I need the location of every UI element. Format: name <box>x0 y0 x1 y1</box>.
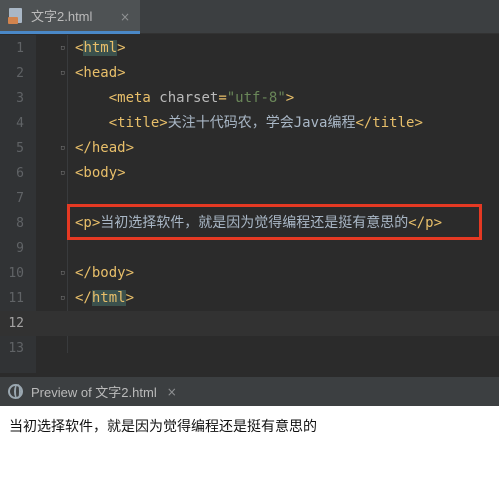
code-line[interactable]: 2 ▫ <head> <box>0 61 499 86</box>
tab-file[interactable]: 文字2.html × <box>0 0 140 34</box>
fold-marker-icon[interactable]: ▫ <box>60 293 69 304</box>
code-line[interactable]: 6 ▫ <body> <box>0 161 499 186</box>
code-text: <head> <box>75 65 126 81</box>
preview-close-icon[interactable]: × <box>167 385 177 399</box>
fold-marker-icon[interactable]: ▫ <box>60 43 69 54</box>
editor-tab-bar: 文字2.html × <box>0 0 499 34</box>
line-number: 6 <box>16 166 24 181</box>
code-text: <title>关注十代码农，学会Java编程</title> <box>108 115 423 131</box>
code-line[interactable]: 5 ▫ </head> <box>0 136 499 161</box>
line-number: 10 <box>8 266 24 281</box>
line-number: 1 <box>16 41 24 56</box>
code-text: </body> <box>75 265 135 281</box>
line-number: 3 <box>16 91 24 106</box>
code-text: <body> <box>75 165 126 181</box>
fold-marker-icon[interactable]: ▫ <box>60 68 69 79</box>
code-line[interactable]: 12 <box>0 311 499 336</box>
code-text: <meta charset="utf-8"> <box>108 90 295 106</box>
close-icon[interactable]: × <box>118 10 132 24</box>
preview-title: Preview of 文字2.html <box>31 385 157 400</box>
line-number: 2 <box>16 66 24 81</box>
code-text: <html> <box>75 40 126 56</box>
line-number: 11 <box>8 291 24 306</box>
line-number: 7 <box>16 191 24 206</box>
code-line[interactable]: 11 ▫ </html> <box>0 286 499 311</box>
code-line[interactable]: 3 <meta charset="utf-8"> <box>0 86 499 111</box>
line-number: 5 <box>16 141 24 156</box>
line-number: 4 <box>16 116 24 131</box>
globe-icon <box>8 384 23 399</box>
line-number: 9 <box>16 241 24 256</box>
code-line[interactable]: 4 <title>关注十代码农，学会Java编程</title> <box>0 111 499 136</box>
code-line[interactable]: 10 ▫ </body> <box>0 261 499 286</box>
preview-paragraph: 当初选择软件，就是因为觉得编程还是挺有意思的 <box>9 419 317 435</box>
code-text: </head> <box>75 140 135 156</box>
html-file-icon <box>8 7 24 24</box>
tab-title: 文字2.html <box>31 9 93 24</box>
code-line[interactable]: 13 <box>0 336 499 361</box>
fold-marker-icon[interactable]: ▫ <box>60 168 69 179</box>
line-number: 13 <box>8 341 24 356</box>
preview-body: 当初选择软件，就是因为觉得编程还是挺有意思的 <box>0 406 499 501</box>
preview-header: Preview of 文字2.html × <box>0 376 499 406</box>
fold-marker-icon[interactable]: ▫ <box>60 143 69 154</box>
code-line[interactable]: 1 ▫ <html> <box>0 36 499 61</box>
line-number: 8 <box>16 216 24 231</box>
code-editor[interactable]: 1 ▫ <html> 2 ▫ <head> 3 <meta charset="utf-8">… <box>0 35 499 373</box>
code-text: </html> <box>75 290 135 306</box>
line-number: 12 <box>8 316 24 331</box>
red-highlight-box <box>67 204 482 240</box>
fold-marker-icon[interactable]: ▫ <box>60 268 69 279</box>
